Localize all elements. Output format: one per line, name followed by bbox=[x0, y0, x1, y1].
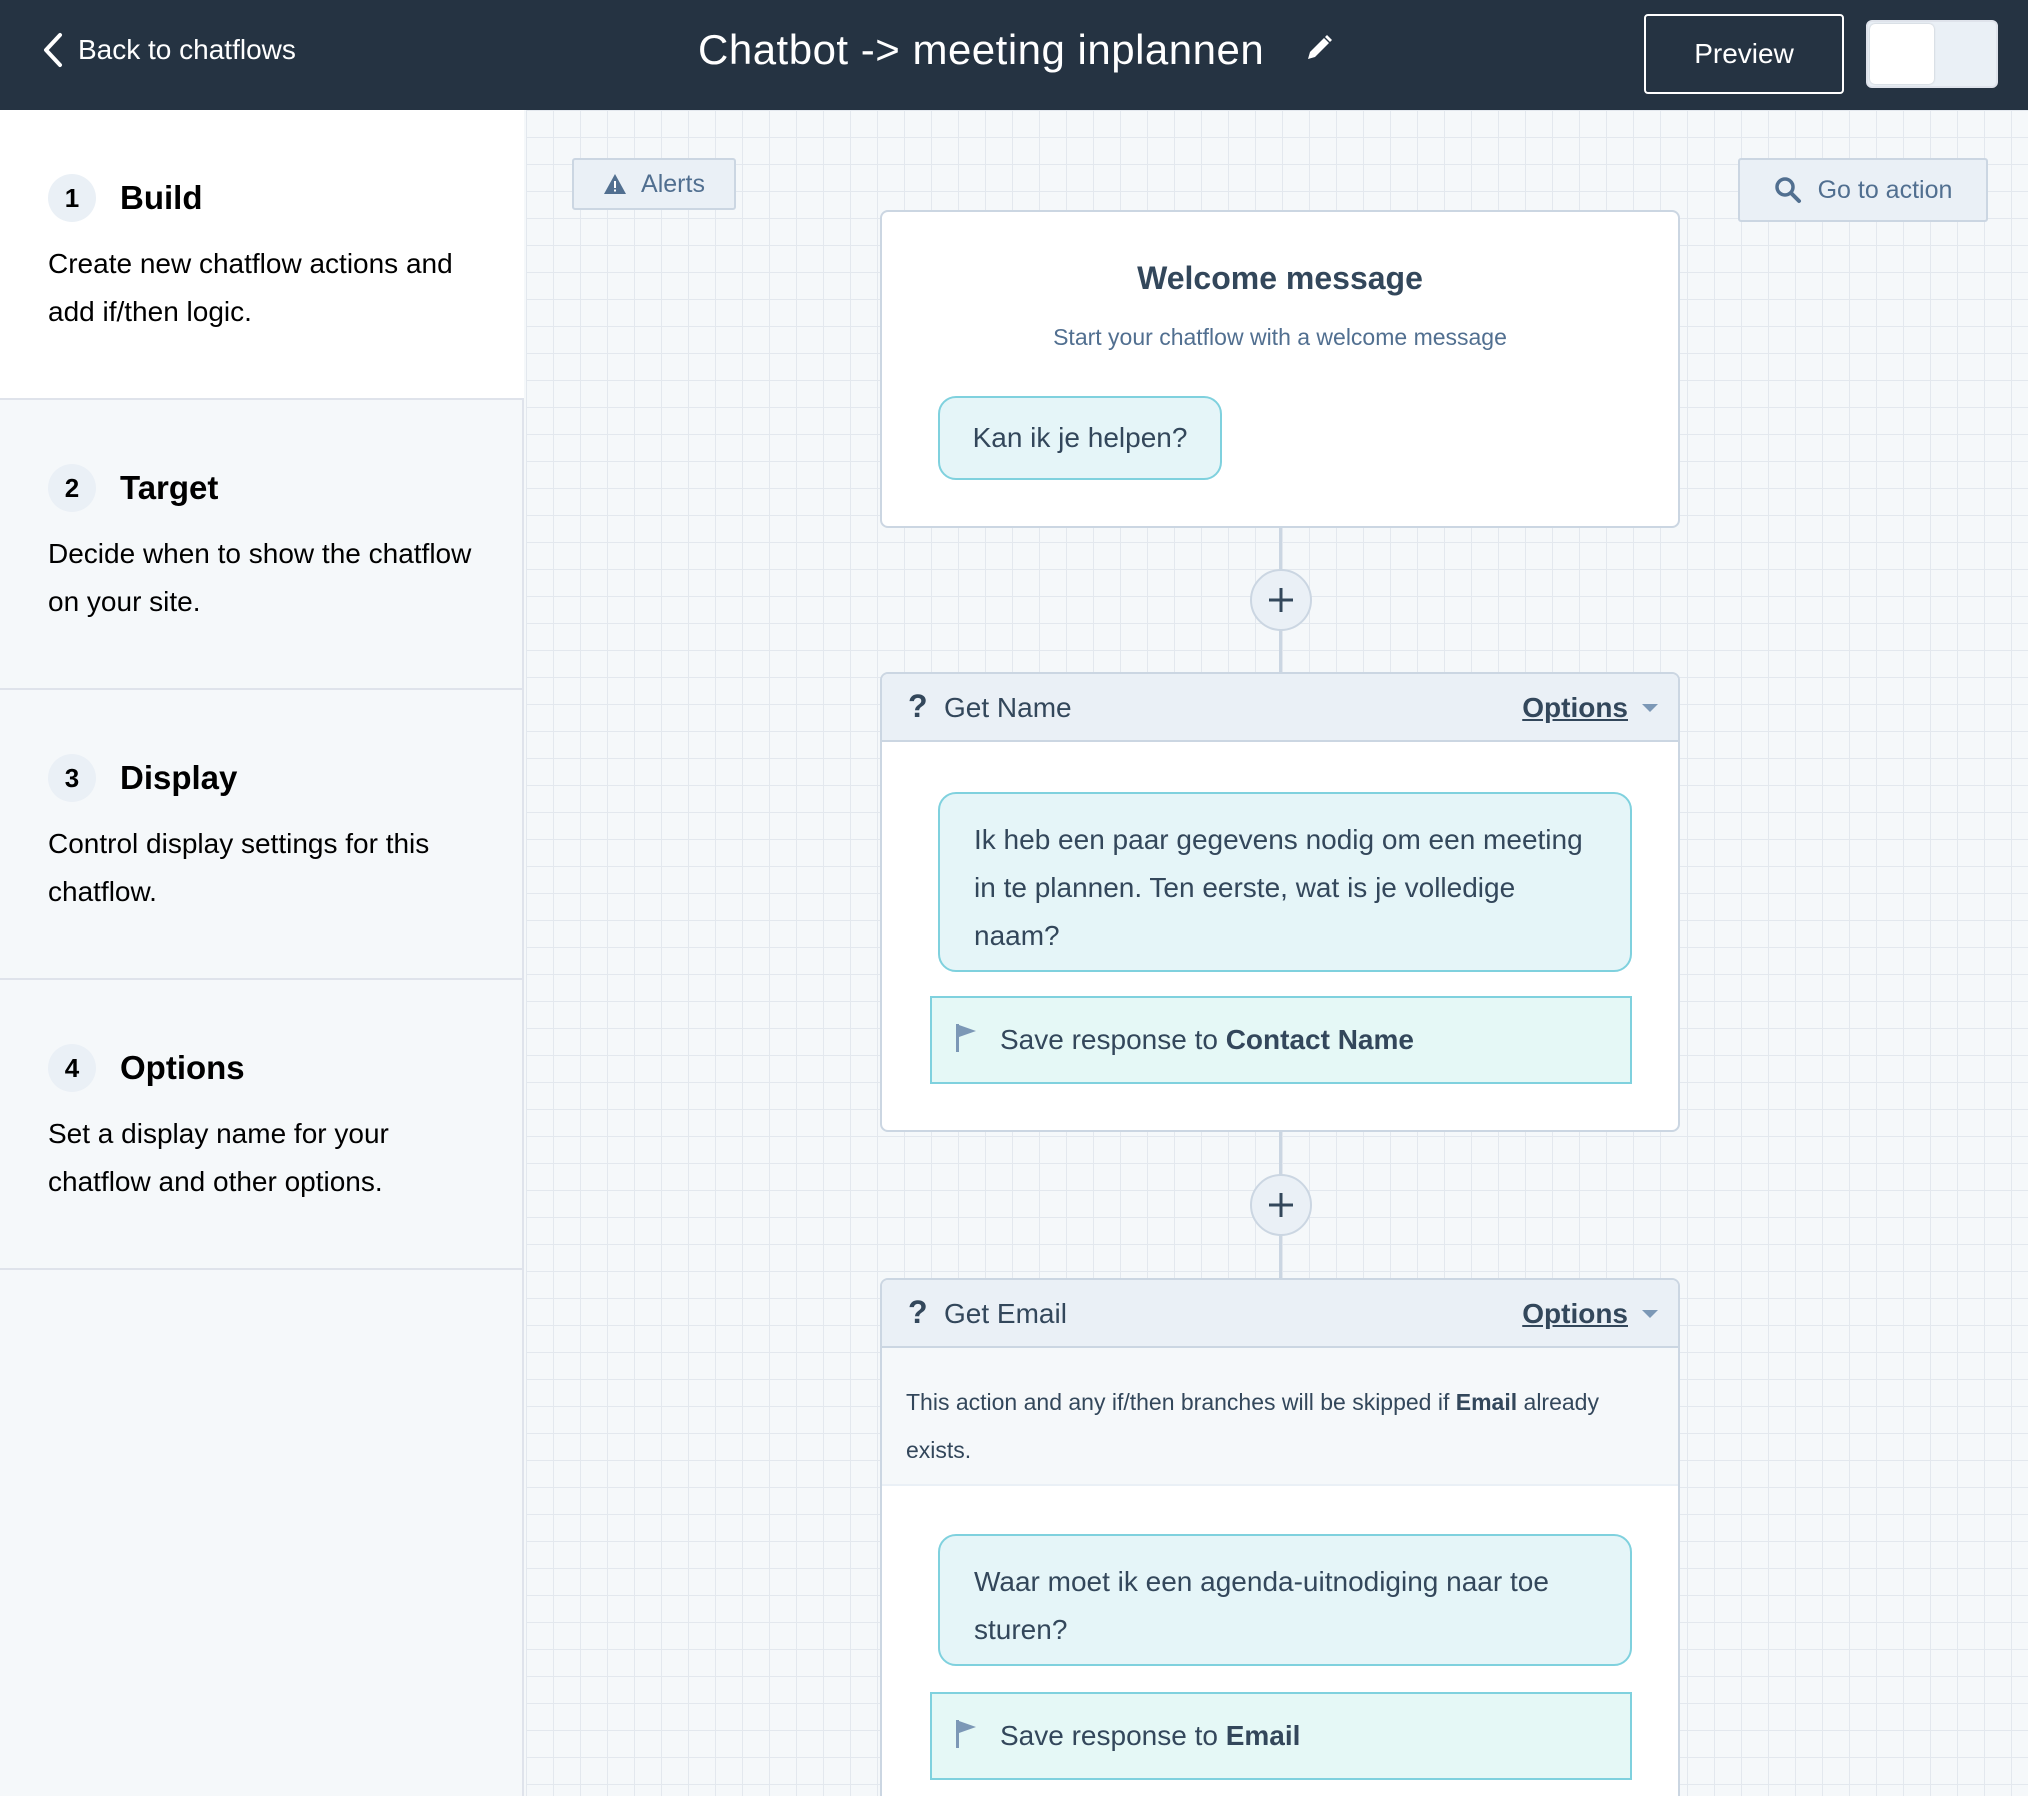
go-to-action-button[interactable]: Go to action bbox=[1738, 158, 1988, 222]
step-number: 1 bbox=[48, 174, 96, 222]
step-title: Build bbox=[120, 179, 203, 216]
step-target[interactable]: 2 Target Decide when to show the chatflow… bbox=[0, 400, 524, 690]
add-action-button[interactable] bbox=[1250, 569, 1312, 631]
card-header: ? Get Email Options bbox=[882, 1280, 1678, 1348]
preview-button[interactable]: Preview bbox=[1644, 14, 1844, 94]
alerts-button[interactable]: Alerts bbox=[572, 158, 736, 210]
flag-icon bbox=[956, 1024, 976, 1052]
chatflow-toggle[interactable] bbox=[1866, 20, 1998, 88]
plus-icon bbox=[1269, 1193, 1293, 1217]
question-bubble[interactable]: Waar moet ik een agenda-uitnodiging naar… bbox=[938, 1534, 1632, 1666]
warning-icon bbox=[604, 174, 627, 194]
save-response-box[interactable]: Save response to Contact Name bbox=[930, 996, 1632, 1084]
step-description: Create new chatflow actions and add if/t… bbox=[48, 248, 453, 327]
save-property: Email bbox=[1225, 1720, 1301, 1751]
toggle-knob bbox=[1870, 24, 1934, 84]
options-dropdown[interactable]: Options bbox=[1522, 1298, 1628, 1330]
back-label: Back to chatflows bbox=[78, 34, 296, 65]
chevron-left-icon bbox=[44, 33, 62, 67]
step-number: 2 bbox=[48, 464, 96, 512]
step-description: Set a display name for your chatflow and… bbox=[48, 1118, 389, 1197]
step-description: Decide when to show the chatflow on your… bbox=[48, 538, 472, 617]
back-to-chatflows-link[interactable]: Back to chatflows bbox=[42, 32, 296, 68]
save-response-box[interactable]: Save response to Email bbox=[930, 1692, 1632, 1780]
step-title: Options bbox=[120, 1049, 245, 1086]
save-prefix: Save response to bbox=[1000, 1024, 1218, 1055]
step-options[interactable]: 4 Options Set a display name for your cha… bbox=[0, 980, 524, 1270]
skip-property: Email bbox=[1455, 1389, 1518, 1415]
welcome-title: Welcome message bbox=[1137, 260, 1423, 296]
go-to-action-label: Go to action bbox=[1817, 175, 1953, 204]
step-display[interactable]: 3 Display Control display settings for th… bbox=[0, 690, 524, 980]
question-icon: ? bbox=[908, 688, 928, 724]
title-area: Chatbot -> meeting inplannen bbox=[698, 26, 1334, 74]
get-email-card[interactable]: ? Get Email Options This action and any … bbox=[880, 1278, 1680, 1796]
plus-icon bbox=[1269, 588, 1293, 612]
caret-down-icon[interactable] bbox=[1642, 704, 1658, 712]
save-response-text: Save response to Email bbox=[1000, 1720, 1300, 1752]
caret-down-icon[interactable] bbox=[1642, 1310, 1658, 1318]
top-bar: Back to chatflows Chatbot -> meeting inp… bbox=[0, 0, 2028, 110]
flag-icon bbox=[956, 1720, 976, 1748]
save-property: Contact Name bbox=[1225, 1024, 1414, 1055]
step-title: Target bbox=[120, 469, 219, 506]
welcome-subtitle: Start your chatflow with a welcome messa… bbox=[1053, 324, 1507, 350]
card-header: ? Get Name Options bbox=[882, 674, 1678, 742]
add-action-button[interactable] bbox=[1250, 1174, 1312, 1236]
step-description: Control display settings for this chatfl… bbox=[48, 828, 430, 907]
page-title: Chatbot -> meeting inplannen bbox=[698, 26, 1265, 73]
pencil-icon[interactable] bbox=[1304, 33, 1334, 68]
step-number: 4 bbox=[48, 1044, 96, 1092]
step-build[interactable]: 1 Build Create new chatflow actions and a… bbox=[0, 110, 524, 400]
question-icon: ? bbox=[908, 1294, 928, 1330]
search-icon bbox=[1774, 177, 1801, 203]
step-number: 3 bbox=[48, 754, 96, 802]
welcome-message-card[interactable]: Welcome message Start your chatflow with… bbox=[880, 210, 1680, 528]
action-name: Get Email bbox=[944, 1298, 1067, 1329]
chatflow-canvas[interactable]: Alerts Go to action Welcome message Star… bbox=[526, 110, 2028, 1796]
skip-notice: This action and any if/then branches wil… bbox=[882, 1348, 1678, 1486]
question-bubble[interactable]: Ik heb een paar gegevens nodig om een me… bbox=[938, 792, 1632, 972]
get-name-card[interactable]: ? Get Name Options Ik heb een paar gegev… bbox=[880, 672, 1680, 1132]
action-name: Get Name bbox=[944, 692, 1072, 723]
steps-sidebar: 1 Build Create new chatflow actions and a… bbox=[0, 110, 524, 1796]
welcome-bubble[interactable]: Kan ik je helpen? bbox=[938, 396, 1222, 480]
save-response-text: Save response to Contact Name bbox=[1000, 1024, 1414, 1056]
save-prefix: Save response to bbox=[1000, 1720, 1218, 1751]
skip-prefix: This action and any if/then branches wil… bbox=[906, 1389, 1450, 1415]
alerts-label: Alerts bbox=[641, 169, 705, 198]
step-title: Display bbox=[120, 759, 238, 796]
options-dropdown[interactable]: Options bbox=[1522, 692, 1628, 724]
